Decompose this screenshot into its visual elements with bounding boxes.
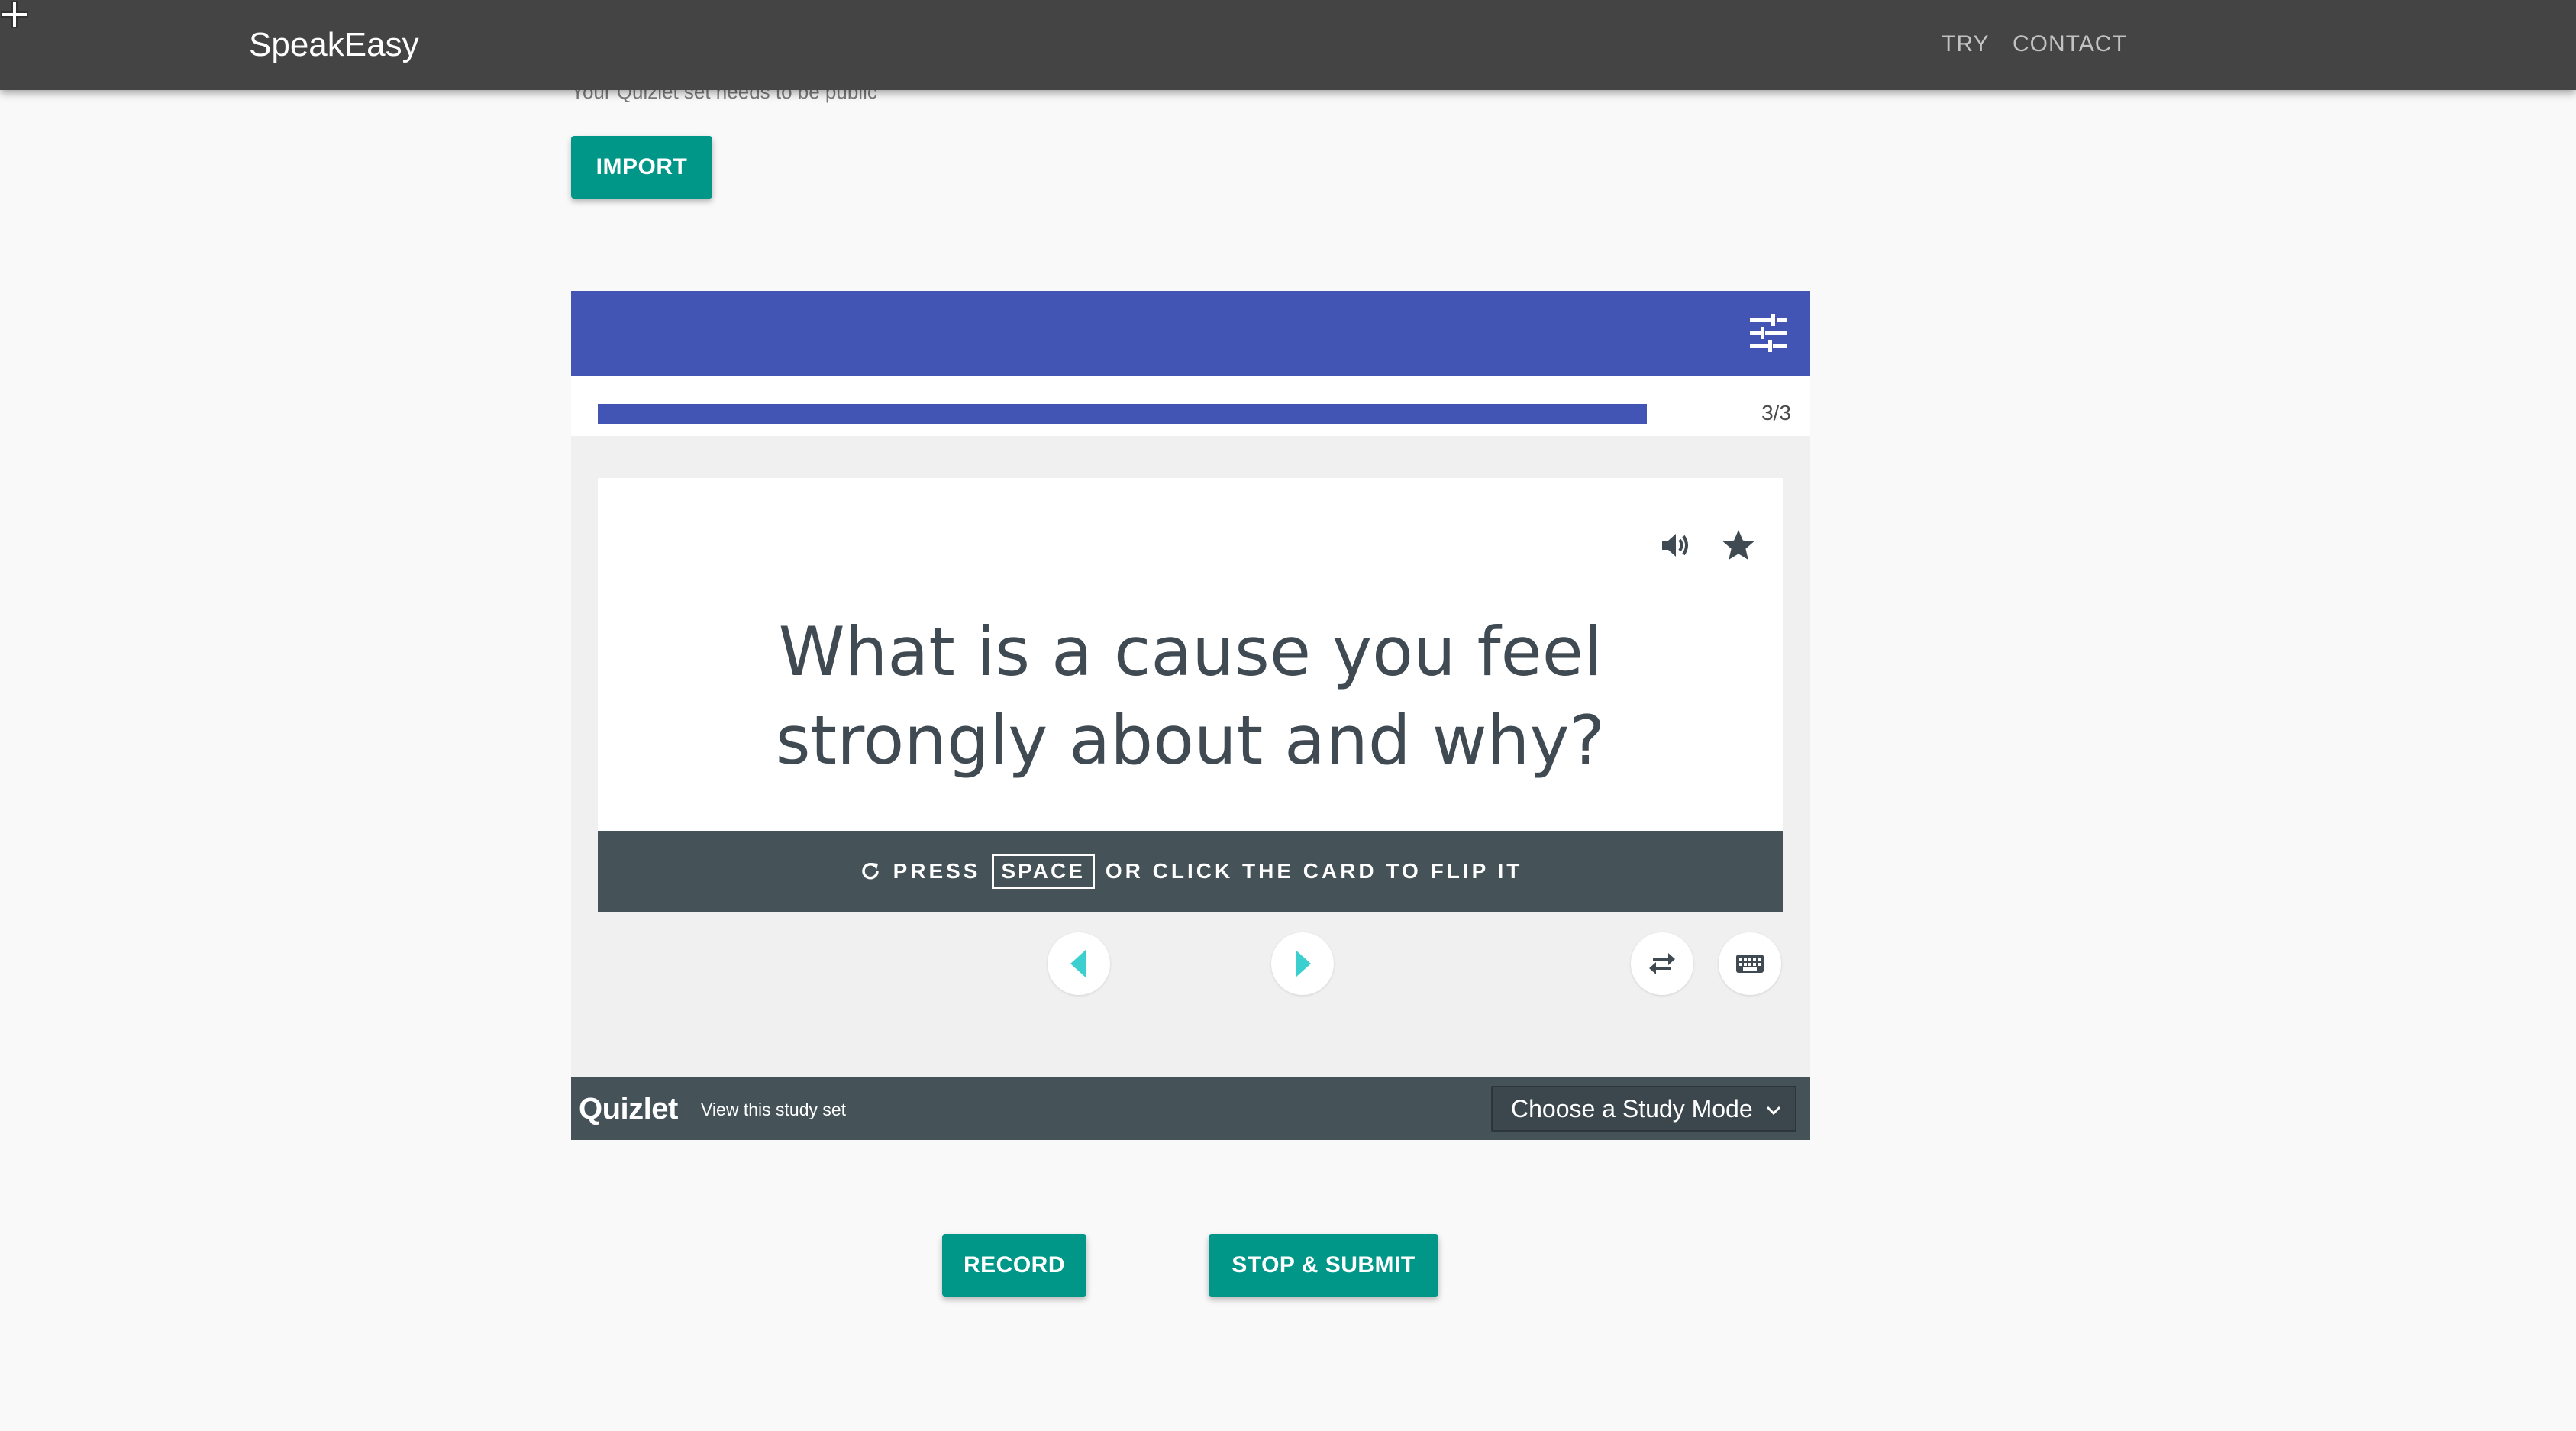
speaker-icon[interactable] [1658, 527, 1694, 564]
previous-card-button[interactable] [1048, 932, 1110, 995]
keyboard-shortcuts-button[interactable] [1719, 932, 1781, 995]
embed-footer: Quizlet View this study set Choose a Stu… [571, 1077, 1810, 1140]
flip-hint-bar[interactable]: PRESS SPACE OR CLICK THE CARD TO FLIP IT [598, 831, 1783, 912]
record-button[interactable]: RECORD [942, 1234, 1086, 1297]
brand-logo[interactable]: SpeakEasy [249, 23, 419, 67]
quizlet-logo[interactable]: Quizlet [579, 1090, 678, 1128]
progress-count: 3/3 [1761, 401, 1791, 425]
study-mode-select[interactable]: Choose a Study Mode [1491, 1086, 1796, 1132]
top-navbar: SpeakEasy TRY CONTACT [0, 0, 2576, 90]
crosshair-cursor-icon [1, 1, 28, 28]
swap-arrows-icon [1649, 953, 1675, 974]
card-term-text: What is a cause you feel strongly about … [775, 612, 1606, 780]
nav-link-contact[interactable]: CONTACT [2013, 29, 2127, 60]
embed-header [571, 291, 1810, 376]
star-icon[interactable] [1720, 527, 1757, 564]
refresh-icon [861, 862, 879, 880]
space-key-badge: SPACE [991, 854, 1095, 889]
nav-link-try[interactable]: TRY [1942, 29, 1989, 60]
settings-sliders-icon[interactable] [1744, 309, 1793, 358]
study-mode-value: Choose a Study Mode [1511, 1095, 1753, 1123]
next-card-button[interactable] [1271, 932, 1334, 995]
stop-submit-button[interactable]: STOP & SUBMIT [1209, 1234, 1438, 1297]
chevron-down-icon [1766, 1106, 1781, 1116]
keyboard-icon [1736, 955, 1764, 973]
progress-area: 3/3 [571, 376, 1810, 436]
view-study-set-link[interactable]: View this study set [701, 1097, 846, 1122]
arrow-left-icon [1070, 950, 1086, 977]
flashcard[interactable]: What is a cause you feel strongly about … [598, 478, 1783, 831]
arrow-right-icon [1296, 950, 1311, 977]
flip-hint-instruction: OR CLICK THE CARD TO FLIP IT [1105, 859, 1523, 883]
progress-bar [598, 404, 1647, 424]
flip-hint-press: PRESS [893, 859, 981, 883]
swap-sides-button[interactable] [1631, 932, 1693, 995]
import-button[interactable]: IMPORT [571, 136, 712, 199]
quizlet-embed: 3/3 What is a cause you feel strongly ab… [571, 291, 1810, 1140]
